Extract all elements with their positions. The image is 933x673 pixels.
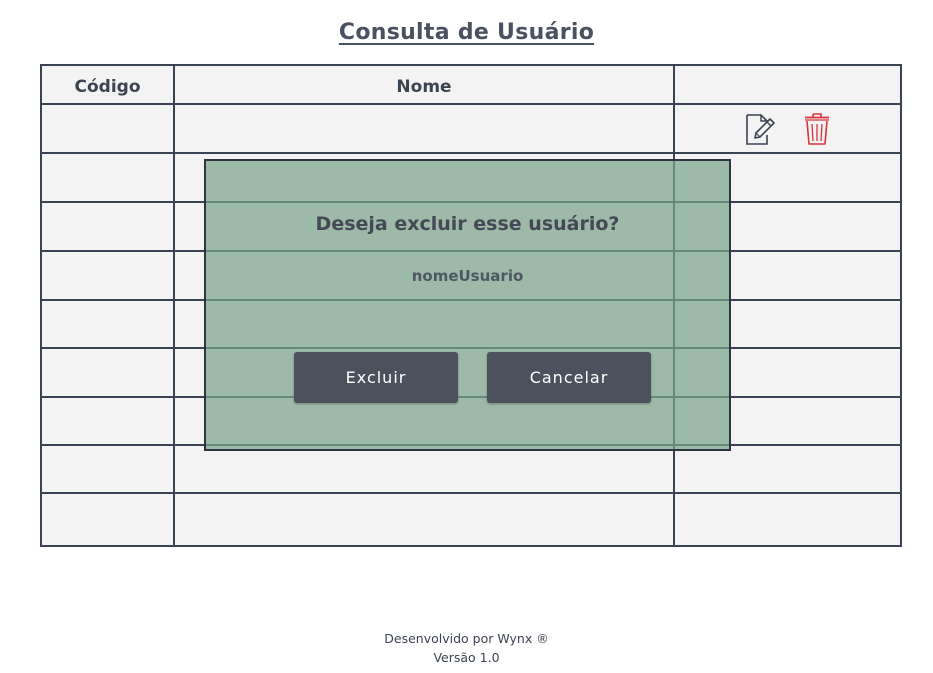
footer: Desenvolvido por Wynx ® Versão 1.0 xyxy=(0,629,933,667)
cell-codigo xyxy=(42,349,175,396)
table-header-row: Código Nome xyxy=(42,66,900,105)
trash-icon[interactable] xyxy=(799,111,835,147)
excluir-button[interactable]: Excluir xyxy=(294,352,458,403)
cell-actions xyxy=(675,494,900,545)
cell-codigo xyxy=(42,105,175,152)
column-header-codigo-label: Código xyxy=(74,76,141,97)
table-row xyxy=(42,446,900,494)
delete-confirm-modal: Deseja excluir esse usuário? nomeUsuario… xyxy=(204,159,731,451)
modal-question: Deseja excluir esse usuário? xyxy=(315,213,620,235)
column-header-acoes xyxy=(675,66,900,103)
column-header-nome-label: Nome xyxy=(396,76,452,97)
cell-codigo xyxy=(42,446,175,492)
table-row xyxy=(42,494,900,545)
table-row xyxy=(42,105,900,154)
page-title: Consulta de Usuário xyxy=(338,20,595,45)
cell-actions xyxy=(675,105,900,152)
column-header-nome: Nome xyxy=(175,66,675,103)
cell-codigo xyxy=(42,203,175,250)
column-header-codigo: Código xyxy=(42,66,175,103)
footer-version: Versão 1.0 xyxy=(433,650,500,665)
cell-codigo xyxy=(42,252,175,299)
cell-codigo xyxy=(42,154,175,201)
edit-icon[interactable] xyxy=(741,111,777,147)
modal-username: nomeUsuario xyxy=(411,267,524,285)
cell-nome xyxy=(175,446,675,492)
footer-credits: Desenvolvido por Wynx ® xyxy=(384,631,549,646)
cell-nome xyxy=(175,494,675,545)
cell-nome xyxy=(175,105,675,152)
cell-actions xyxy=(675,446,900,492)
cell-codigo xyxy=(42,398,175,444)
cell-codigo xyxy=(42,301,175,347)
cancelar-button[interactable]: Cancelar xyxy=(487,352,651,403)
cell-codigo xyxy=(42,494,175,545)
